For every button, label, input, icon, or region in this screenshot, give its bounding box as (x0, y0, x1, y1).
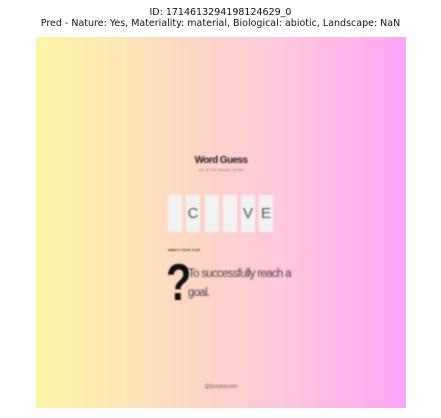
letter-box: V (241, 195, 255, 232)
letter-box (205, 195, 219, 232)
letter-box: C (186, 195, 200, 232)
puzzle-subtitle: FILL IN THE MISSING LETTER (198, 168, 244, 172)
clue-label: HERE'S YOUR CLUE (168, 248, 200, 252)
footer-handle: @Quizexcom (204, 384, 238, 390)
puzzle-title: Word Guess (194, 155, 248, 166)
letter-box (223, 195, 237, 232)
figure-title-prediction: Pred - Nature: Yes, Materiality: materia… (40, 18, 401, 29)
figure-title-id: ID: 1714613294198124629_0 (149, 7, 292, 18)
clue-text: To successfully reach a goal. (188, 268, 291, 299)
letter-box (168, 195, 182, 232)
letter-box: E (259, 195, 273, 232)
puzzle-image: Word Guess FILL IN THE MISSING LETTER C … (36, 37, 406, 408)
